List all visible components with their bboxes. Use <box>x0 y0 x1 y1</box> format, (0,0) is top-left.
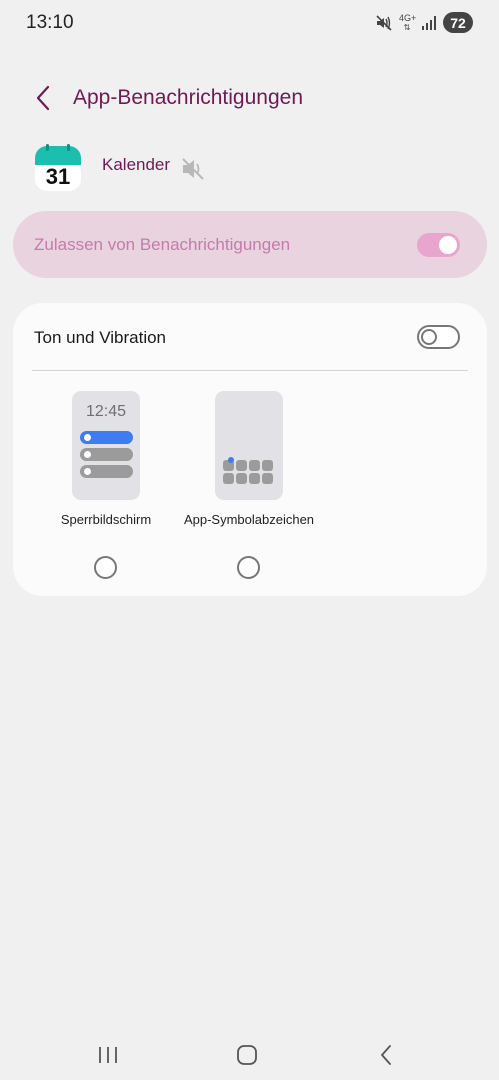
option-lock-screen[interactable]: 12:45 Sperrbildschirm <box>36 391 176 591</box>
page-title: App-Benachrichtigungen <box>73 86 303 109</box>
navigation-bar <box>0 1030 499 1080</box>
preview-time: 12:45 <box>85 403 127 420</box>
sound-vibration-label: Ton und Vibration <box>34 328 167 347</box>
network-label: 4G+ <box>399 12 417 23</box>
sound-vibration-toggle[interactable] <box>417 325 460 349</box>
allow-notifications-row[interactable]: Zulassen von Benachrichtigungen <box>13 211 487 278</box>
network-activity-icon: 4G+ ⇅ <box>399 12 417 32</box>
mute-vibrate-icon <box>375 14 393 31</box>
recent-apps-button[interactable] <box>88 1040 128 1070</box>
app-badge-preview <box>215 391 283 500</box>
header: App-Benachrichtigungen <box>0 78 499 118</box>
allow-notifications-toggle[interactable] <box>417 233 460 257</box>
signal-icon <box>421 15 437 31</box>
status-icons: 4G+ ⇅ 72 <box>375 12 473 33</box>
home-icon <box>237 1045 257 1065</box>
lock-screen-radio[interactable] <box>94 556 117 579</box>
status-time: 13:10 <box>26 12 74 33</box>
home-button[interactable] <box>227 1040 267 1070</box>
badge-dot <box>228 457 234 463</box>
recent-apps-icon <box>99 1047 117 1063</box>
nav-back-button[interactable] <box>366 1040 406 1070</box>
battery-icon: 72 <box>443 12 473 33</box>
preview-notification-bar <box>80 431 133 444</box>
toggle-knob <box>439 236 457 254</box>
lock-screen-preview: 12:45 <box>72 391 140 500</box>
back-icon <box>381 1045 391 1065</box>
chevron-left-icon <box>36 85 50 111</box>
toggle-knob <box>421 329 437 345</box>
allow-notifications-label: Zulassen von Benachrichtigungen <box>34 235 291 254</box>
calendar-day: 31 <box>45 164 71 189</box>
muted-speaker-icon <box>180 156 206 187</box>
notification-style-card: Ton und Vibration 12:45 Sperrbildschirm … <box>13 303 487 596</box>
divider <box>32 370 468 371</box>
back-button[interactable] <box>28 82 58 114</box>
app-name: Kalender <box>102 155 171 174</box>
option-label: Sperrbildschirm <box>60 512 152 527</box>
battery-level: 72 <box>450 14 466 31</box>
option-app-badge[interactable]: App-Symbolabzeichen <box>179 391 319 591</box>
app-badge-radio[interactable] <box>237 556 260 579</box>
app-row: 31 Kalender <box>0 144 499 200</box>
app-icons-grid <box>223 460 273 484</box>
calendar-app-icon: 31 <box>34 144 82 192</box>
preview-notification-bar <box>80 465 133 478</box>
option-label: App-Symbolabzeichen <box>183 512 315 527</box>
preview-notification-bar <box>80 448 133 461</box>
status-bar: 13:10 4G+ ⇅ 72 <box>0 0 499 46</box>
